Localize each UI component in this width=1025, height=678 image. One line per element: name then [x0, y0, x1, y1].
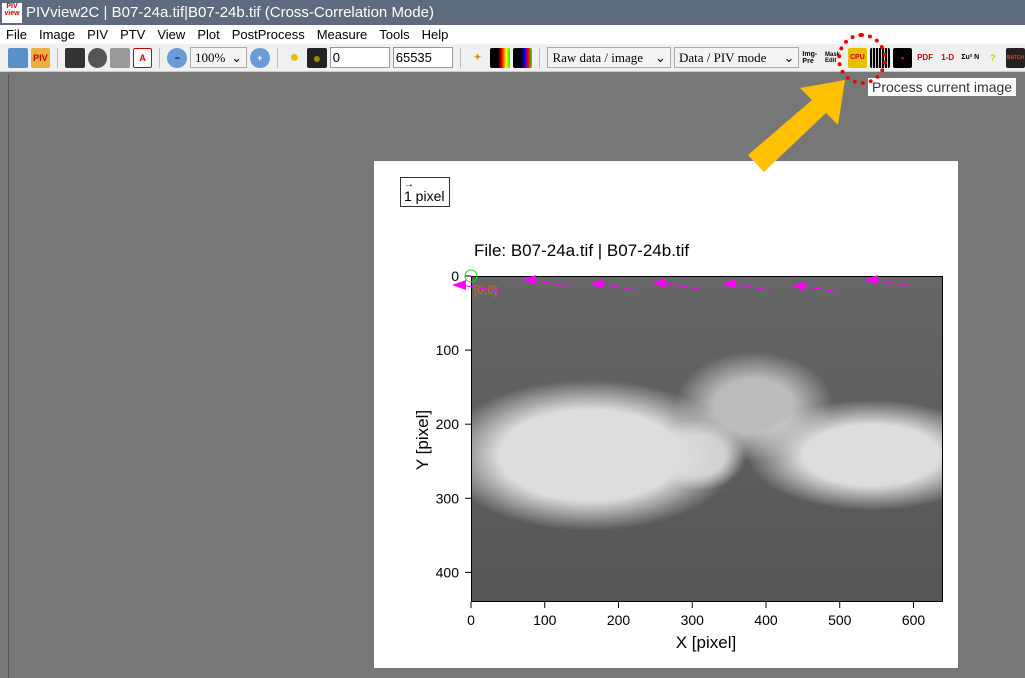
vector-arrow: [722, 279, 736, 289]
highlight-circle: [837, 33, 887, 85]
x-tick-label: 500: [828, 612, 852, 628]
x-tick-label: 200: [607, 612, 631, 628]
x-tick-label: 300: [681, 612, 705, 628]
tooltip: Process current image: [867, 77, 1018, 97]
vector-arrow: [864, 275, 878, 285]
y-tick-label: 200: [436, 416, 460, 432]
x-tick-label: 400: [754, 612, 778, 628]
y-axis-label: Y [pixel]: [413, 410, 432, 470]
vector-arrow: [522, 275, 536, 285]
x-tick-label: 600: [902, 612, 926, 628]
y-tick-label: 300: [436, 490, 460, 506]
vector-arrow: [652, 278, 666, 288]
plot-overlay: 0 100 200 300 400 500 600 0 100 200 300 400 X [pixel…: [413, 80, 926, 652]
vector-arrow: [792, 281, 806, 291]
y-tick-label: 0: [451, 268, 459, 284]
pointer-arrow-icon: [748, 80, 845, 172]
y-tick-label: 100: [436, 342, 460, 358]
vector-arrow: [590, 279, 604, 289]
y-tick-label: 400: [436, 564, 460, 580]
x-tick-label: 0: [467, 612, 475, 628]
x-tick-label: 100: [533, 612, 557, 628]
x-axis-label: X [pixel]: [676, 633, 736, 652]
